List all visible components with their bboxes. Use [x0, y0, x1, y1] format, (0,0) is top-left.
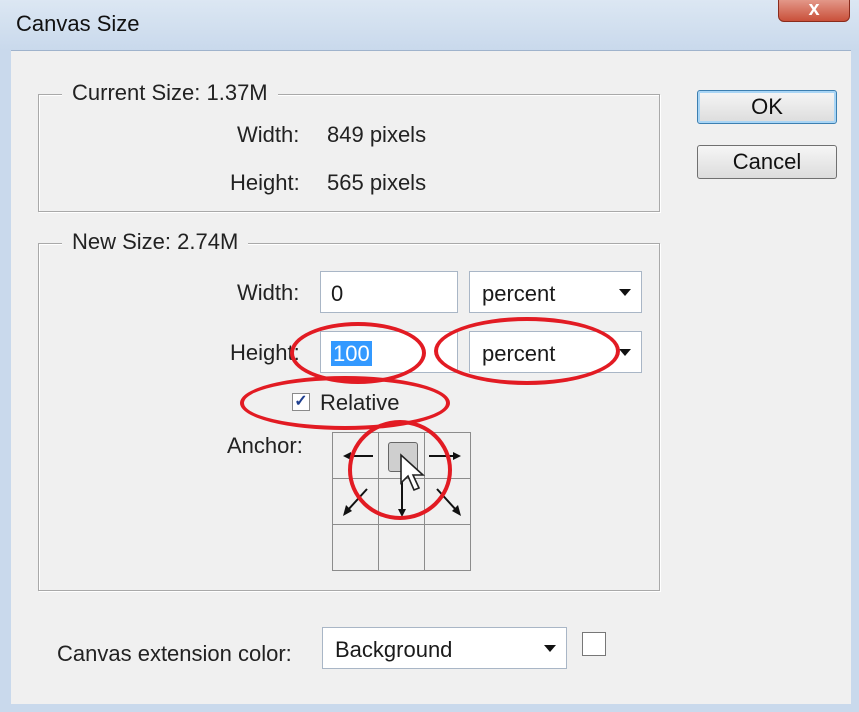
window-title: Canvas Size [16, 11, 140, 36]
checkmark-icon: ✓ [294, 393, 308, 410]
width-input-value: 0 [331, 281, 344, 306]
anchor-arrow-icon [343, 488, 368, 516]
window-frame-right [851, 50, 859, 712]
dropdown-arrow-icon [544, 645, 556, 652]
extension-color-select[interactable]: Background [322, 627, 567, 669]
anchor-arrow-icon [429, 452, 461, 460]
height-input[interactable]: 100 [320, 331, 458, 373]
current-height-label: Height: [230, 170, 300, 195]
height-unit-value: percent [482, 341, 556, 366]
extension-color-label: Canvas extension color: [57, 641, 292, 666]
close-icon: x [808, 0, 820, 20]
new-width-label: Width: [237, 280, 300, 305]
dropdown-arrow-icon [619, 349, 631, 356]
new-size-legend: New Size: 2.74M [62, 229, 249, 255]
ok-button[interactable]: OK [697, 90, 837, 124]
title-bar: Canvas Size x [0, 0, 859, 51]
anchor-cell-bottom-right[interactable] [424, 524, 471, 571]
anchor-arrow-icon [436, 488, 461, 516]
current-size-legend: Current Size: 1.37M [62, 80, 278, 106]
anchor-arrow-icon [343, 452, 373, 460]
current-height-value: 565 pixels [327, 170, 427, 195]
current-width-value: 849 pixels [327, 122, 427, 147]
relative-checkbox[interactable]: ✓ [292, 393, 310, 411]
anchor-cell-top-right[interactable] [424, 432, 471, 479]
anchor-label: Anchor: [227, 433, 303, 458]
width-input[interactable]: 0 [320, 271, 458, 313]
current-width-label: Width: [237, 122, 300, 147]
extension-color-value: Background [335, 637, 453, 662]
new-height-label: Height: [230, 340, 300, 365]
cancel-button[interactable]: Cancel [697, 145, 837, 179]
mouse-cursor-icon [400, 453, 426, 492]
width-unit-select[interactable]: percent [469, 271, 642, 313]
relative-label: Relative [320, 390, 400, 415]
extension-color-swatch[interactable] [582, 632, 606, 656]
anchor-cell-bottom-center[interactable] [378, 524, 425, 571]
dropdown-arrow-icon [619, 289, 631, 296]
window-frame-left [0, 50, 11, 712]
width-unit-value: percent [482, 281, 556, 306]
close-button[interactable]: x [778, 0, 850, 22]
anchor-cell-middle-right[interactable] [424, 478, 471, 525]
height-unit-select[interactable]: percent [469, 331, 642, 373]
anchor-cell-bottom-left[interactable] [332, 524, 379, 571]
window-frame-bottom [0, 704, 859, 712]
anchor-cell-top-left[interactable] [332, 432, 379, 479]
anchor-cell-middle-left[interactable] [332, 478, 379, 525]
height-input-value: 100 [331, 341, 372, 366]
